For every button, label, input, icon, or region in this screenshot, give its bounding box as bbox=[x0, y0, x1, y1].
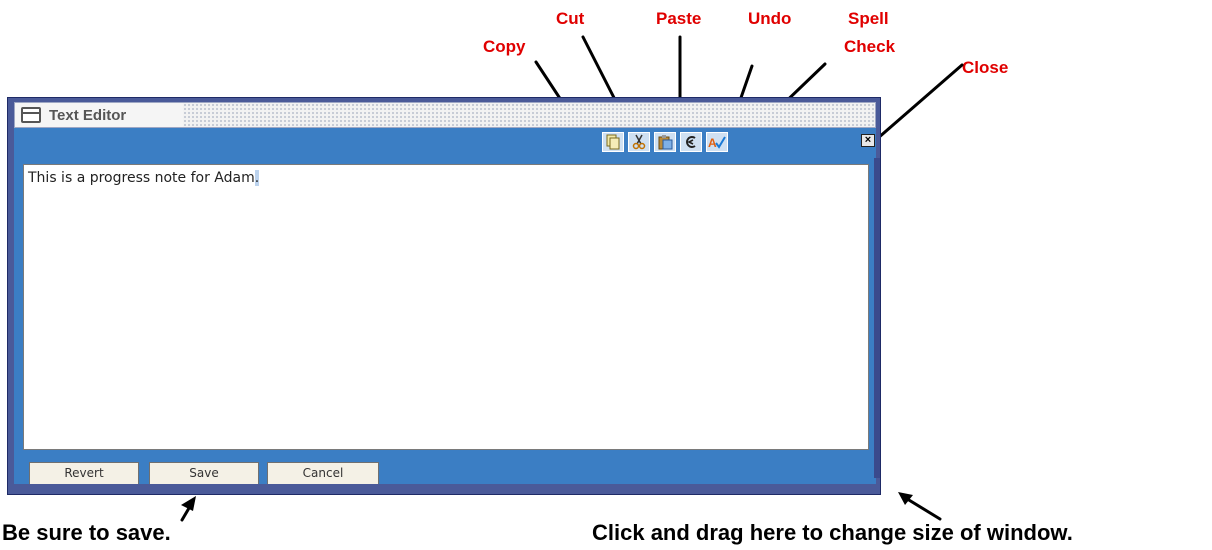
save-caption: Be sure to save. bbox=[2, 520, 171, 545]
editor-toolbar: A × bbox=[14, 128, 876, 154]
close-callout: Close bbox=[962, 58, 1009, 77]
editor-text: This is a progress note for Adam bbox=[28, 170, 255, 186]
window-icon bbox=[21, 107, 41, 123]
button-bar: Revert Save Cancel bbox=[14, 454, 876, 485]
save-pointer bbox=[180, 501, 194, 522]
paste-button[interactable] bbox=[654, 132, 676, 152]
resize-pointer bbox=[902, 495, 942, 521]
text-area[interactable]: This is a progress note for Adam. bbox=[23, 164, 869, 450]
copy-icon bbox=[606, 134, 620, 150]
cut-callout: Cut bbox=[556, 9, 585, 28]
check-callout: Check bbox=[844, 37, 896, 56]
svg-text:A: A bbox=[708, 136, 717, 150]
copy-button[interactable] bbox=[602, 132, 624, 152]
paste-icon bbox=[658, 135, 673, 150]
undo-icon bbox=[686, 136, 696, 148]
undo-button[interactable] bbox=[680, 132, 702, 152]
cut-button[interactable] bbox=[628, 132, 650, 152]
window-title: Text Editor bbox=[49, 106, 127, 124]
undo-callout: Undo bbox=[748, 9, 792, 28]
editor-frame: This is a progress note for Adam. bbox=[14, 154, 876, 454]
save-button[interactable]: Save bbox=[149, 462, 259, 485]
copy-callout: Copy bbox=[483, 37, 526, 56]
text-editor-window: Text Editor A × This is a progress note … bbox=[7, 97, 881, 495]
spell-callout: Spell bbox=[848, 9, 889, 28]
bottom-border[interactable] bbox=[14, 484, 876, 490]
cut-icon bbox=[632, 134, 646, 150]
close-button[interactable]: × bbox=[861, 134, 875, 147]
resize-caption: Click and drag here to change size of wi… bbox=[592, 520, 1073, 545]
spell-check-icon: A bbox=[708, 136, 726, 150]
close-pointer bbox=[868, 63, 964, 147]
title-area: Text Editor bbox=[15, 103, 183, 127]
title-bar[interactable]: Text Editor bbox=[14, 102, 876, 128]
save-arrowhead bbox=[181, 496, 196, 511]
revert-button[interactable]: Revert bbox=[29, 462, 139, 485]
resize-arrowhead bbox=[898, 492, 913, 505]
spell-check-button[interactable]: A bbox=[706, 132, 728, 152]
cancel-button[interactable]: Cancel bbox=[267, 462, 379, 485]
paste-callout: Paste bbox=[656, 9, 702, 28]
resize-handle[interactable] bbox=[874, 158, 880, 478]
text-cursor: . bbox=[254, 170, 260, 186]
close-icon: × bbox=[864, 134, 872, 146]
